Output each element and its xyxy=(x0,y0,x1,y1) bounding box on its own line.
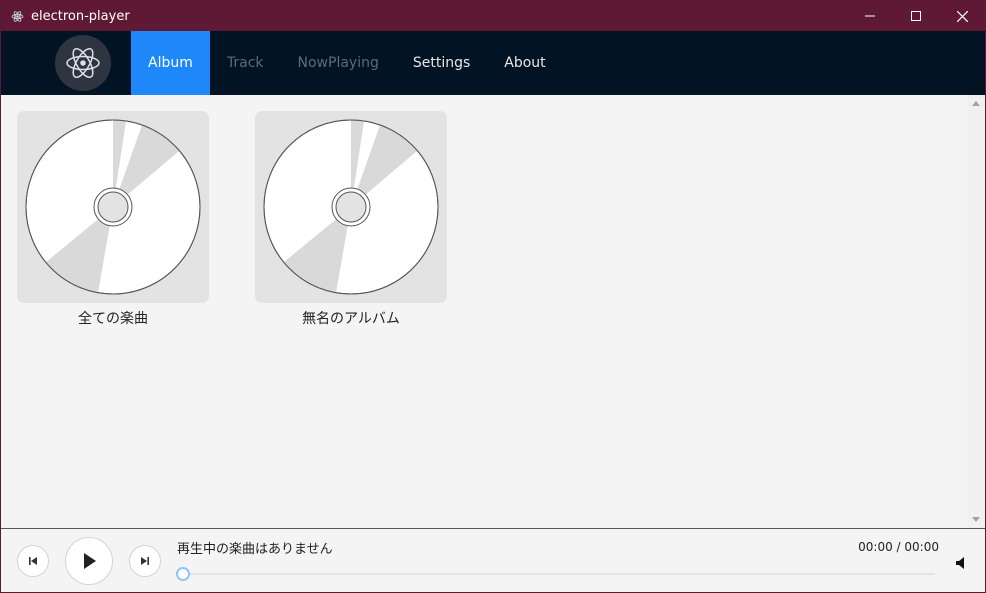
nav-item-album[interactable]: Album xyxy=(131,31,210,95)
window-controls xyxy=(847,1,985,31)
volume-button[interactable] xyxy=(955,555,969,569)
nav-item-about[interactable]: About xyxy=(487,31,562,95)
progress-slider[interactable] xyxy=(183,573,935,575)
title-bar[interactable]: electron-player xyxy=(1,1,985,31)
progress-slider-handle[interactable] xyxy=(176,567,190,581)
close-button[interactable] xyxy=(939,1,985,31)
play-icon xyxy=(84,553,96,569)
minimize-button[interactable] xyxy=(847,1,893,31)
album-art[interactable] xyxy=(255,111,447,303)
vertical-scrollbar[interactable] xyxy=(968,95,985,528)
album-art[interactable] xyxy=(17,111,209,303)
minimize-icon xyxy=(865,15,875,17)
nav-item-track[interactable]: Track xyxy=(210,31,281,95)
previous-track-icon xyxy=(29,557,37,565)
cd-disc-icon xyxy=(25,119,201,295)
close-icon xyxy=(956,10,968,22)
album-card[interactable]: 全ての楽曲 xyxy=(17,111,209,328)
playback-time: 00:00 / 00:00 xyxy=(858,540,939,554)
album-name: 無名のアルバム xyxy=(302,311,400,327)
window-title: electron-player xyxy=(31,8,130,24)
album-name: 全ての楽曲 xyxy=(78,311,148,327)
album-grid: 全ての楽曲 無名のアルバム xyxy=(1,95,985,528)
scroll-up-icon[interactable] xyxy=(972,101,980,106)
electron-atom-icon xyxy=(11,10,24,23)
now-playing-text: 再生中の楽曲はありません xyxy=(177,542,333,557)
play-button[interactable] xyxy=(65,537,113,585)
nav-item-nowplaying[interactable]: NowPlaying xyxy=(281,31,396,95)
volume-icon xyxy=(956,557,964,569)
next-track-icon xyxy=(141,557,149,565)
maximize-button[interactable] xyxy=(893,1,939,31)
scroll-down-icon[interactable] xyxy=(972,517,980,522)
app-logo[interactable] xyxy=(55,35,111,91)
album-card[interactable]: 無名のアルバム xyxy=(255,111,447,328)
electron-atom-icon xyxy=(66,48,100,78)
previous-track-button[interactable] xyxy=(17,545,49,577)
nav-item-settings[interactable]: Settings xyxy=(396,31,487,95)
nav-menu: Album Track NowPlaying Settings About xyxy=(131,31,563,95)
navbar: Album Track NowPlaying Settings About xyxy=(1,31,985,95)
next-track-button[interactable] xyxy=(129,545,161,577)
maximize-icon xyxy=(911,11,921,21)
player-bar: 再生中の楽曲はありません 00:00 / 00:00 xyxy=(1,528,985,592)
app-window: electron-player Album Track NowPlaying S… xyxy=(0,0,986,593)
cd-disc-icon xyxy=(263,119,439,295)
